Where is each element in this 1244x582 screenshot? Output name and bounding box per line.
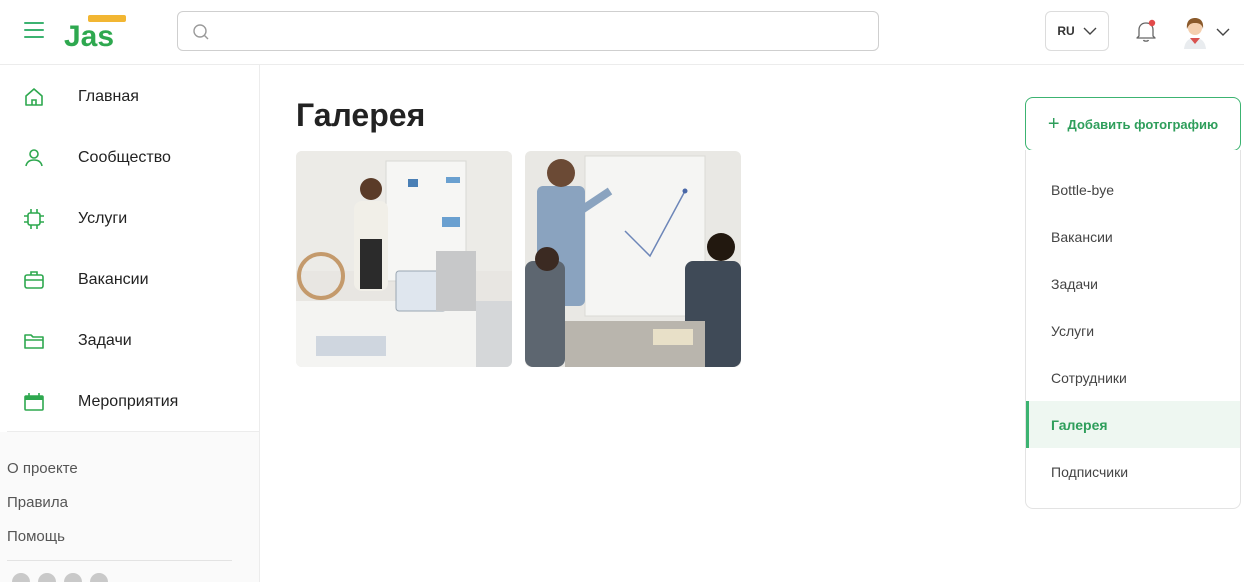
category-item[interactable]: Bottle-bye	[1026, 166, 1240, 213]
sidebar-item-label: Мероприятия	[78, 392, 179, 410]
category-item[interactable]: Подписчики	[1026, 448, 1240, 495]
chevron-down-icon	[1083, 27, 1097, 35]
sidebar-item-label: Услуги	[78, 209, 128, 227]
plus-icon: +	[1047, 113, 1060, 135]
linkedin-icon[interactable]	[38, 573, 56, 582]
help-link[interactable]: Помощь	[7, 528, 65, 545]
top-header: Jas RU	[0, 0, 1244, 65]
sidebar-item-services[interactable]: Услуги	[0, 188, 259, 249]
category-item[interactable]: Вакансии	[1026, 213, 1240, 260]
social-links	[12, 573, 108, 582]
language-label: RU	[1057, 24, 1075, 38]
calendar-icon	[24, 392, 44, 411]
folder-icon	[24, 333, 44, 349]
about-link[interactable]: О проекте	[7, 460, 78, 477]
sidebar-item-label: Задачи	[78, 331, 132, 349]
rules-link[interactable]: Правила	[7, 494, 68, 511]
page-title: Галерея	[296, 97, 426, 133]
sidebar-item-vacancies[interactable]: Вакансии	[0, 249, 259, 310]
sidebar-item-home[interactable]: Главная	[0, 66, 259, 127]
sidebar: Главная Сообщество Услуги Вакансии Задач…	[0, 65, 260, 582]
category-item[interactable]: Сотрудники	[1026, 354, 1240, 401]
sidebar-item-label: Сообщество	[78, 148, 171, 166]
bell-icon	[1136, 19, 1156, 42]
search-input[interactable]	[222, 20, 862, 44]
category-item-active[interactable]: Галерея	[1026, 401, 1240, 448]
notifications-button[interactable]	[1133, 18, 1159, 44]
profile-menu[interactable]	[1180, 12, 1240, 52]
category-item[interactable]: Задачи	[1026, 260, 1240, 307]
search-icon	[193, 24, 209, 40]
telegram-icon[interactable]	[64, 573, 82, 582]
gallery-photo[interactable]	[296, 151, 512, 367]
gallery-photo[interactable]	[525, 151, 741, 367]
user-icon	[25, 148, 43, 166]
hamburger-menu-icon[interactable]	[24, 22, 44, 42]
sidebar-item-events[interactable]: Мероприятия	[0, 371, 259, 432]
language-selector[interactable]: RU	[1045, 11, 1109, 51]
home-icon	[25, 87, 43, 106]
search-bar[interactable]	[177, 11, 879, 51]
facebook-icon[interactable]	[12, 573, 30, 582]
sidebar-item-label: Главная	[78, 87, 139, 105]
add-photo-button[interactable]: + Добавить фотографию	[1025, 97, 1241, 151]
briefcase-icon	[24, 270, 44, 289]
sidebar-item-tasks[interactable]: Задачи	[0, 310, 259, 371]
add-photo-label: Добавить фотографию	[1067, 116, 1219, 132]
sidebar-item-community[interactable]: Сообщество	[0, 127, 259, 188]
chevron-down-icon	[1216, 28, 1230, 36]
jas-logo[interactable]: Jas	[62, 13, 140, 53]
instagram-icon[interactable]	[90, 573, 108, 582]
category-list: Bottle-bye Вакансии Задачи Услуги Сотруд…	[1025, 150, 1241, 509]
avatar	[1184, 18, 1206, 49]
svg-text:Jas: Jas	[64, 20, 114, 49]
divider	[7, 560, 232, 561]
category-item[interactable]: Услуги	[1026, 307, 1240, 354]
chip-icon	[24, 208, 44, 229]
sidebar-item-label: Вакансии	[78, 270, 149, 288]
